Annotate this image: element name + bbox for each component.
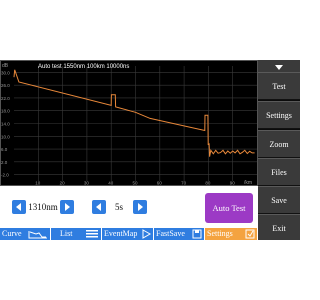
otdr-trace-chart[interactable]: dB Auto test 1550nm 100km 10000ns 30.0 26… bbox=[0, 60, 258, 186]
x-tick-label: 40 bbox=[108, 181, 114, 186]
tab-fastsave[interactable]: FastSave bbox=[154, 228, 205, 240]
time-value: 5s bbox=[114, 202, 123, 212]
triangle-left-icon bbox=[96, 203, 101, 211]
x-tick-label: 80 bbox=[205, 181, 211, 186]
y-tick-label: 14.0 bbox=[1, 122, 10, 127]
x-tick-label: 20 bbox=[60, 181, 66, 186]
triangle-right-icon bbox=[138, 203, 143, 211]
tab-list[interactable]: List bbox=[51, 228, 102, 240]
y-tick-label: 10.0 bbox=[1, 134, 10, 139]
sidebar-item-settings[interactable]: Settings bbox=[258, 101, 300, 129]
chart-title: Auto test 1550nm 100km 10000ns bbox=[38, 64, 129, 70]
y-tick-label: 6.0 bbox=[1, 147, 8, 152]
sidebar-item-exit[interactable]: Exit bbox=[258, 214, 300, 242]
wavelength-next-button[interactable] bbox=[60, 200, 74, 214]
list-icon bbox=[86, 230, 98, 238]
triangle-left-icon bbox=[16, 203, 21, 211]
wavelength-value: 1310nm bbox=[28, 202, 58, 212]
sidebar-item-files[interactable]: Files bbox=[258, 158, 300, 186]
tab-eventmap-label: EventMap bbox=[104, 229, 138, 238]
tab-curve-label: Curve bbox=[2, 229, 22, 238]
fastsave-icon bbox=[192, 229, 202, 239]
x-tick-label: 90 bbox=[230, 181, 236, 186]
sidebar-item-save[interactable]: Save bbox=[258, 186, 300, 214]
x-tick-label: 50 bbox=[133, 181, 139, 186]
sidebar-item-test[interactable]: Test bbox=[258, 72, 300, 100]
x-tick-label: 60 bbox=[157, 181, 163, 186]
tab-list-label: List bbox=[60, 229, 73, 238]
time-next-button[interactable] bbox=[133, 200, 147, 214]
y-unit-label: dB bbox=[2, 63, 9, 69]
x-tick-label: 30 bbox=[84, 181, 90, 186]
tab-settings-label: Settings bbox=[207, 229, 233, 238]
eventmap-icon bbox=[142, 229, 151, 239]
settings-icon bbox=[245, 229, 255, 239]
sidebar-item-zoom[interactable]: Zoom bbox=[258, 130, 300, 158]
x-tick-label: 70 bbox=[181, 181, 187, 186]
wavelength-prev-button[interactable] bbox=[12, 200, 26, 214]
bottom-spacer bbox=[0, 240, 300, 300]
triangle-right-icon bbox=[65, 203, 70, 211]
y-tick-label: 18.0 bbox=[1, 109, 10, 114]
auto-test-button[interactable]: Auto Test bbox=[205, 193, 253, 223]
y-tick-label: 26.0 bbox=[1, 83, 10, 88]
y-tick-label: -2.0 bbox=[1, 173, 9, 178]
tab-eventmap[interactable]: EventMap bbox=[102, 228, 154, 240]
tab-settings[interactable]: Settings bbox=[205, 228, 258, 240]
time-prev-button[interactable] bbox=[92, 200, 106, 214]
curve-icon bbox=[28, 231, 47, 239]
tab-fastsave-label: FastSave bbox=[156, 229, 185, 238]
x-unit-label: /km bbox=[244, 180, 252, 186]
chart-background bbox=[0, 60, 258, 186]
y-tick-label: 22.0 bbox=[1, 96, 10, 101]
tab-curve[interactable]: Curve bbox=[0, 228, 51, 240]
y-tick-label: 2.0 bbox=[1, 160, 8, 165]
y-tick-label: 30.0 bbox=[1, 70, 10, 75]
sidebar-collapse-handle[interactable] bbox=[258, 60, 300, 72]
x-tick-label: 10 bbox=[35, 181, 41, 186]
